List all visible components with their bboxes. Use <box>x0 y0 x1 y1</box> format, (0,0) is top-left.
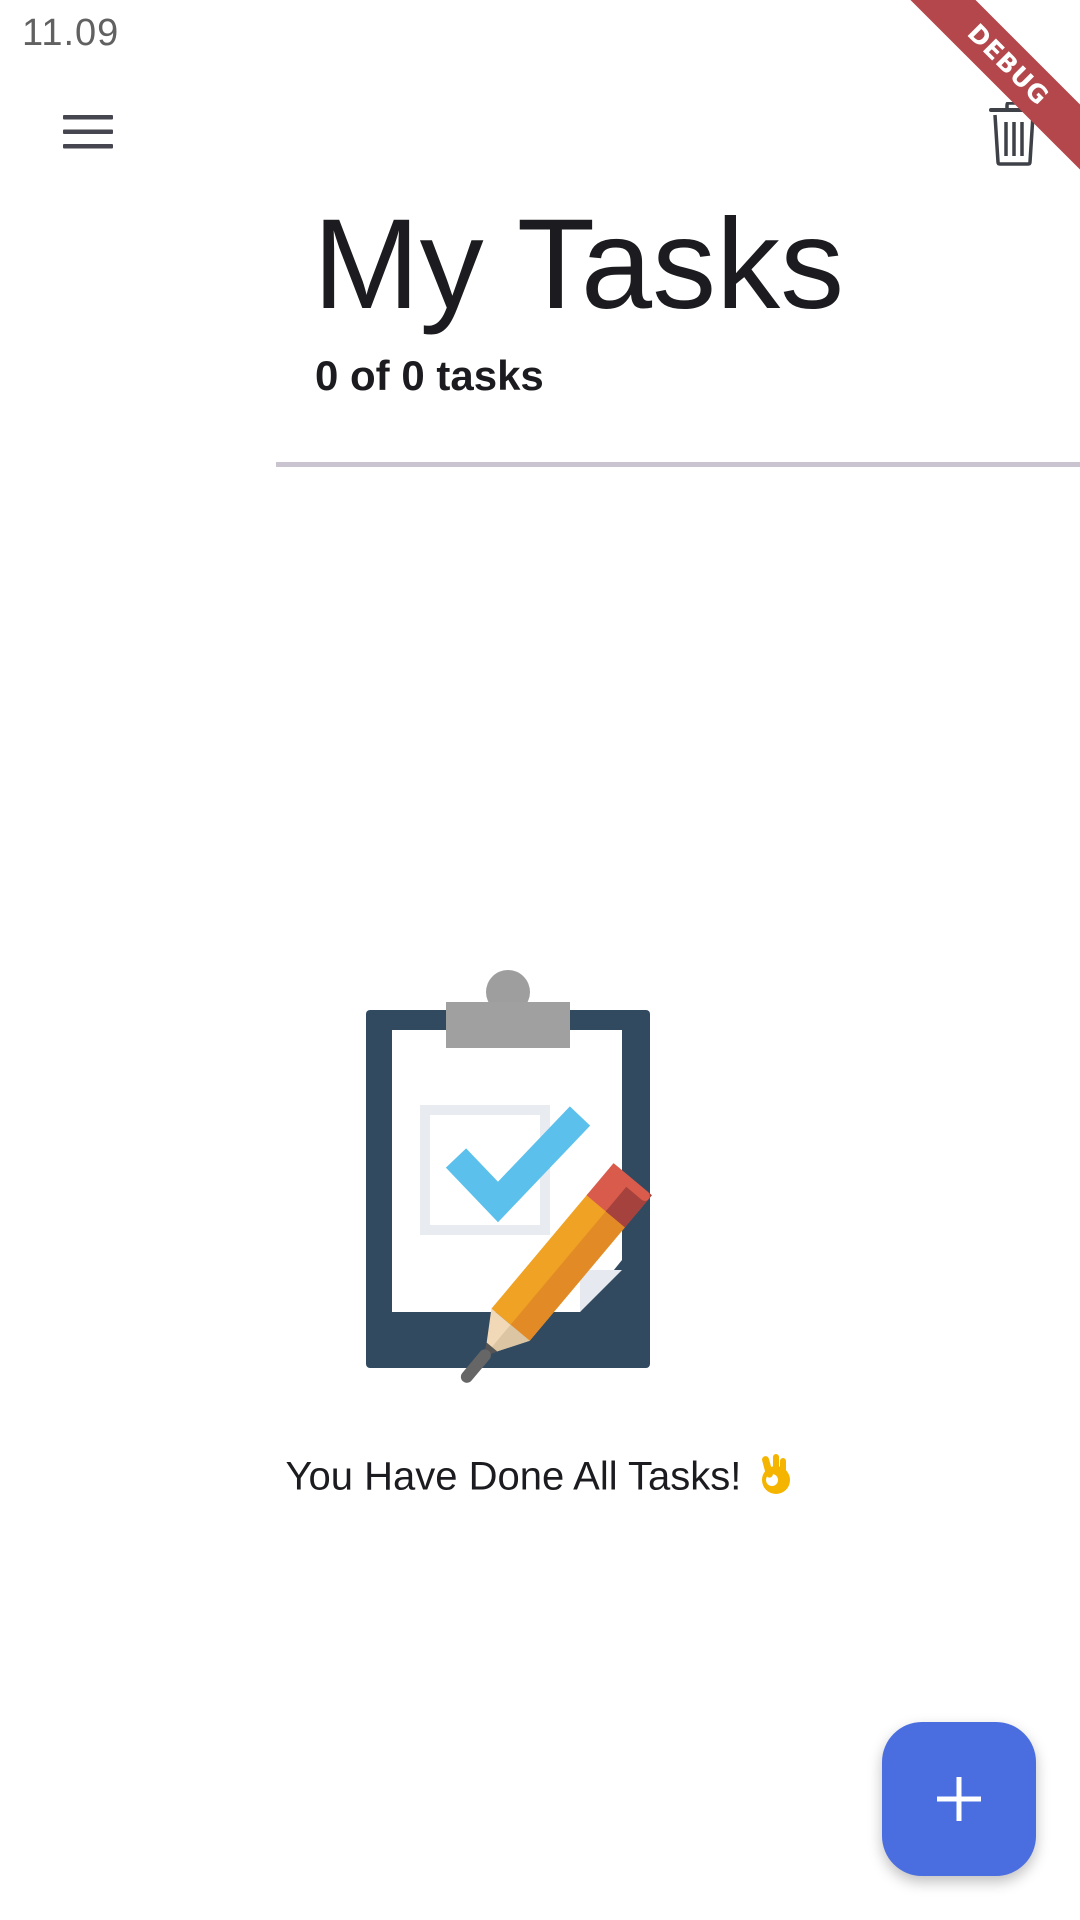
plus-icon <box>937 1777 981 1821</box>
empty-state-text: You Have Done All Tasks! <box>285 1454 742 1499</box>
add-task-button[interactable] <box>882 1722 1036 1876</box>
page-title: My Tasks <box>313 193 845 336</box>
trash-icon <box>989 102 1039 166</box>
menu-button[interactable] <box>48 100 128 164</box>
hamburger-menu-icon <box>63 115 113 149</box>
title-divider <box>276 462 1080 467</box>
delete-all-button[interactable] <box>976 92 1052 176</box>
task-list-screen: 11.09 DEBUG My Tasks 0 of 0 tasks You Ha… <box>0 0 1080 1920</box>
ok-hand-emoji-icon <box>758 1452 794 1506</box>
status-bar-time: 11.09 <box>22 12 120 54</box>
task-count-summary: 0 of 0 tasks <box>315 352 544 399</box>
empty-state-message: You Have Done All Tasks! <box>0 1452 1080 1506</box>
clipboard-pencil-illustration <box>366 970 652 1383</box>
